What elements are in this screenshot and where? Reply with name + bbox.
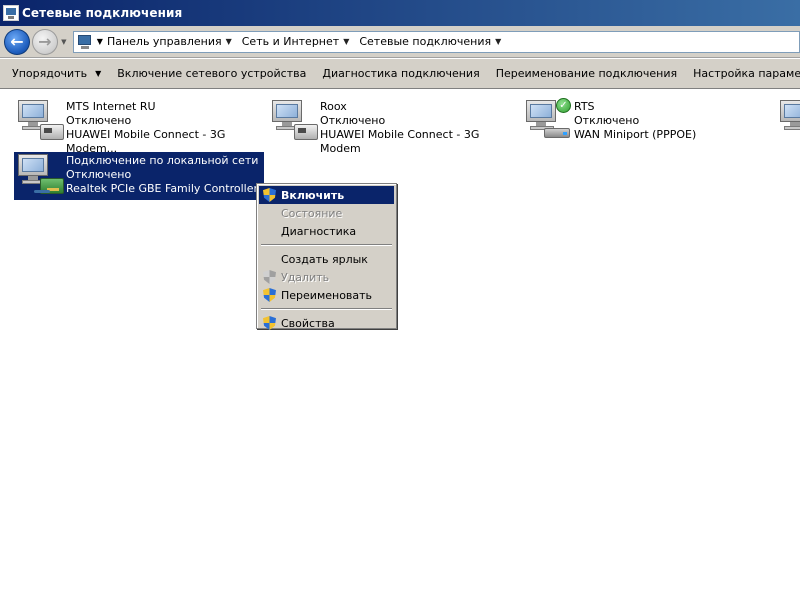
network-connection-icon: [776, 98, 800, 146]
title-bar: Сетевые подключения: [0, 0, 800, 26]
organize-button[interactable]: Упорядочить ▼: [0, 67, 109, 80]
back-button[interactable]: ←: [4, 28, 30, 55]
chevron-down-icon[interactable]: ▼: [495, 37, 501, 46]
diagnose-button[interactable]: Диагностика подключения: [314, 67, 487, 80]
forward-button[interactable]: →: [31, 28, 58, 55]
connection-name: RTS: [574, 100, 595, 113]
network-connection-icon: ✓: [522, 98, 574, 146]
command-toolbar: Упорядочить ▼ Включение сетевого устройст…: [0, 59, 800, 89]
wan-miniport-icon: [544, 128, 570, 138]
menu-separator: [261, 244, 392, 246]
menu-separator: [261, 308, 392, 310]
window-title: Сетевые подключения: [22, 6, 183, 20]
connection-device: HUAWEI Mobile Connect - 3G Modem: [320, 128, 480, 155]
connection-item-rts[interactable]: ✓ RTS Отключено WAN Miniport (PPPOE): [522, 98, 772, 146]
connection-status: Отключено: [320, 114, 386, 127]
chevron-down-icon: ▼: [95, 69, 102, 78]
modem-icon: [294, 124, 318, 140]
connection-item-partial[interactable]: [776, 98, 800, 146]
network-connection-icon: [14, 152, 66, 200]
connection-name: MTS Internet RU: [66, 100, 156, 113]
menu-item-enable[interactable]: Включить: [259, 186, 394, 204]
back-arrow-icon: ←: [10, 32, 24, 51]
recent-pages-button[interactable]: ▼: [59, 32, 69, 52]
connection-item-roox[interactable]: Roox Отключено HUAWEI Mobile Connect - 3…: [268, 98, 518, 155]
breadcrumb-network-connections[interactable]: Сетевые подключения ▼: [359, 35, 505, 48]
uac-shield-icon: [263, 270, 276, 284]
connection-status: Отключено: [66, 114, 132, 127]
breadcrumb-control-panel[interactable]: Панель управления ▼: [107, 35, 236, 48]
enable-device-button[interactable]: Включение сетевого устройства: [109, 67, 314, 80]
connection-name: Подключение по локальной сети: [66, 154, 259, 167]
address-field[interactable]: ▼ Панель управления ▼ Сеть и Интернет ▼ Се…: [72, 30, 800, 53]
menu-item-status: Состояние: [281, 206, 343, 220]
connections-list: MTS Internet RU Отключено HUAWEI Mobile …: [0, 90, 800, 600]
modem-icon: [40, 124, 64, 140]
menu-item-diagnose[interactable]: Диагностика: [259, 222, 394, 240]
connected-check-icon: ✓: [556, 98, 571, 113]
chevron-down-icon[interactable]: ▼: [226, 37, 232, 46]
network-connection-icon: [268, 98, 320, 146]
uac-shield-icon: [263, 316, 276, 330]
connection-device: WAN Miniport (PPPOE): [574, 128, 697, 141]
settings-button[interactable]: Настройка параметров подключе: [685, 67, 800, 80]
menu-item-delete: Удалить: [259, 268, 394, 286]
uac-shield-icon: [263, 288, 276, 302]
uac-shield-icon: [263, 188, 276, 202]
connection-name: Roox: [320, 100, 347, 113]
address-bar: ← → ▼ ▼ Панель управления ▼ Сеть и Интерн…: [0, 26, 800, 58]
network-connections-icon: [3, 5, 19, 21]
menu-item-create-shortcut[interactable]: Создать ярлык: [259, 250, 394, 268]
menu-item-rename[interactable]: Переименовать: [259, 286, 394, 304]
connection-device: Realtek PCIe GBE Family Controller: [66, 182, 259, 195]
connection-item-local-area[interactable]: Подключение по локальной сети Отключено …: [14, 152, 264, 200]
context-menu: Включить Состояние Диагностика Создать я…: [256, 183, 397, 332]
rename-button[interactable]: Переименование подключения: [488, 67, 685, 80]
network-connection-icon: [14, 98, 66, 146]
breadcrumb-network-internet[interactable]: Сеть и Интернет ▼: [242, 35, 354, 48]
forward-arrow-icon: →: [38, 32, 52, 51]
breadcrumb-root-arrow[interactable]: ▼: [97, 37, 103, 46]
control-panel-icon: [77, 34, 93, 50]
connection-status: Отключено: [66, 168, 132, 181]
chevron-down-icon[interactable]: ▼: [343, 37, 349, 46]
connection-status: Отключено: [574, 114, 640, 127]
menu-item-properties[interactable]: Свойства: [259, 314, 394, 332]
connection-item-mts[interactable]: MTS Internet RU Отключено HUAWEI Mobile …: [14, 98, 264, 155]
chevron-down-icon: ▼: [61, 37, 67, 46]
